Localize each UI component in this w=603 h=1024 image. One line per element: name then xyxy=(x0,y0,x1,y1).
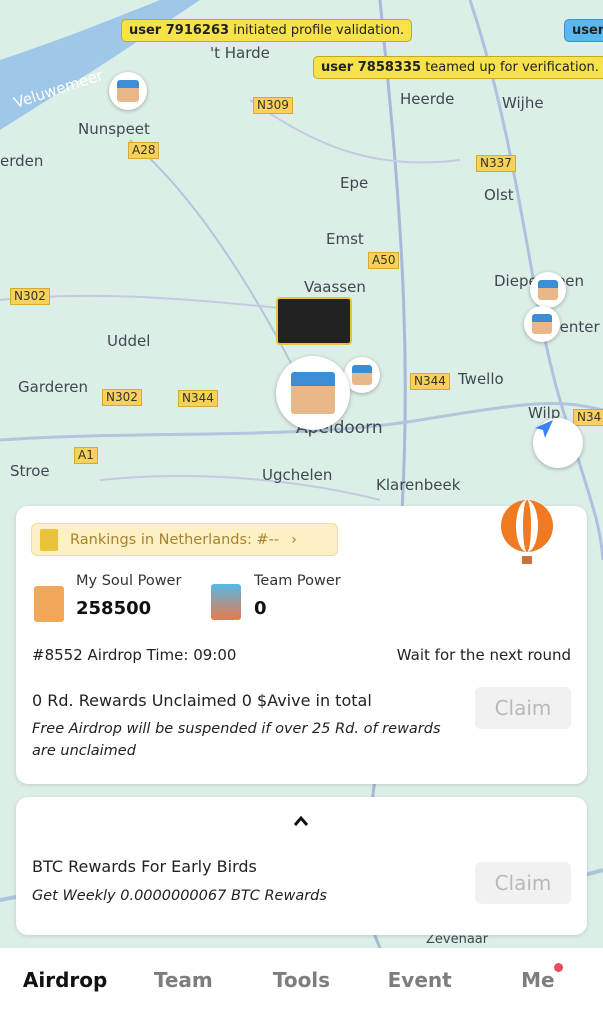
bottom-tab-bar: Airdrop Team Tools Event Me xyxy=(0,948,603,1024)
soul-power-value: 258500 xyxy=(76,598,152,619)
airdrop-time: #8552 Airdrop Time: 09:00 xyxy=(32,646,237,664)
tab-tools[interactable]: Tools xyxy=(246,948,356,1024)
map-place: Heerde xyxy=(400,90,455,108)
btc-rewards-card: BTC Rewards For Early Birds Get Weekly 0… xyxy=(16,797,587,935)
tab-me-label: Me xyxy=(521,968,555,992)
activity-toast: user 7858335 teamed up for verification. xyxy=(313,56,603,79)
map-place: Emst xyxy=(326,230,364,248)
map-place: Twello xyxy=(458,370,504,388)
avatar-icon xyxy=(117,80,139,102)
hot-air-balloon-icon xyxy=(501,500,553,564)
map-place: Epe xyxy=(340,174,369,192)
claim-btc-button[interactable]: Claim xyxy=(475,862,571,904)
road-label: A50 xyxy=(368,252,400,269)
map-place: Garderen xyxy=(18,378,89,396)
avatar-icon xyxy=(291,372,335,414)
map-place: Wijhe xyxy=(502,94,544,112)
avatar-icon xyxy=(532,314,552,334)
tab-airdrop[interactable]: Airdrop xyxy=(10,948,120,1024)
user-marker[interactable] xyxy=(524,306,560,342)
user-marker[interactable] xyxy=(530,272,566,308)
team-power-label: Team Power xyxy=(254,573,341,589)
avatar-icon xyxy=(352,365,372,385)
road-label: N34 xyxy=(573,409,603,426)
road-label: N337 xyxy=(476,155,516,172)
chevron-up-icon[interactable] xyxy=(293,815,309,827)
map-place: Stroe xyxy=(10,462,50,480)
road-label: N309 xyxy=(253,97,293,114)
round-status: Wait for the next round xyxy=(396,646,571,664)
airdrop-card: Rankings in Netherlands: #-- › My Soul P… xyxy=(16,500,587,784)
chevron-right-icon: › xyxy=(291,531,297,548)
map-place: Olst xyxy=(484,186,514,204)
tab-me[interactable]: Me xyxy=(483,948,593,1024)
map-place: Ugchelen xyxy=(262,466,333,484)
road-label: N344 xyxy=(410,373,450,390)
map-place: Klarenbeek xyxy=(376,476,461,494)
team-power-building-icon xyxy=(211,584,241,620)
road-label: A28 xyxy=(128,142,160,159)
road-label: N344 xyxy=(178,390,218,407)
map-place: Vaassen xyxy=(304,278,366,296)
map-place: erden xyxy=(0,152,44,170)
map-place: Uddel xyxy=(107,332,151,350)
notification-badge xyxy=(553,963,563,972)
suspension-warning: Free Airdrop will be suspended if over 2… xyxy=(32,721,441,759)
avatar-icon xyxy=(538,280,558,300)
activity-toast: user xyxy=(564,19,603,42)
map-place: 't Harde xyxy=(210,44,270,62)
road-label: A1 xyxy=(74,447,98,464)
btc-rewards-title: BTC Rewards For Early Birds xyxy=(32,857,257,876)
rankings-label: Rankings in Netherlands: #-- xyxy=(70,531,280,548)
locate-button[interactable] xyxy=(533,418,583,468)
tab-event[interactable]: Event xyxy=(365,948,475,1024)
unclaimed-rewards: 0 Rd. Rewards Unclaimed 0 $Avive in tota… xyxy=(32,691,372,710)
btc-rewards-subtitle: Get Weekly 0.0000000067 BTC Rewards xyxy=(32,888,327,904)
rankings-button[interactable]: Rankings in Netherlands: #-- › xyxy=(31,523,338,556)
claim-airdrop-button[interactable]: Claim xyxy=(475,687,571,729)
ranking-building-icon xyxy=(40,528,58,551)
road-label: N302 xyxy=(10,288,50,305)
navigation-arrow-icon xyxy=(535,420,553,438)
avive-logo-icon xyxy=(276,297,352,345)
road-label: N302 xyxy=(102,389,142,406)
my-location-marker[interactable] xyxy=(276,356,350,430)
soul-power-building-icon xyxy=(34,586,64,622)
activity-toast: user 7916263 initiated profile validatio… xyxy=(121,19,413,42)
user-marker[interactable] xyxy=(109,72,147,110)
team-power-value: 0 xyxy=(254,598,267,619)
soul-power-label: My Soul Power xyxy=(76,573,182,589)
map-place: Nunspeet xyxy=(78,120,150,138)
tab-team[interactable]: Team xyxy=(128,948,238,1024)
